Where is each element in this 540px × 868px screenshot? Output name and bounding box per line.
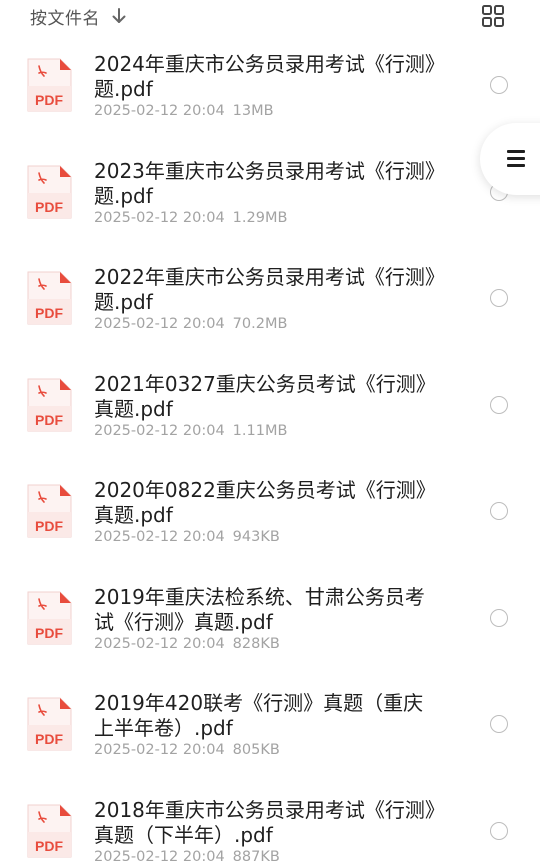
file-meta: 2025-02-12 20:04 1.29MB bbox=[94, 210, 287, 226]
select-radio[interactable] bbox=[490, 821, 508, 840]
file-date: 2025-02-12 20:04 bbox=[94, 209, 225, 226]
file-name[interactable]: 2020年0822重庆公务员考试《行测》真题.pdf bbox=[94, 478, 439, 528]
file-row[interactable]: PDF 2019年重庆法检系统、甘肃公务员考试《行测》真题.pdf 2025-0… bbox=[0, 565, 540, 672]
file-row[interactable]: PDF 2021年0327重庆公务员考试《行测》真题.pdf 2025-02-1… bbox=[0, 352, 540, 459]
select-radio[interactable] bbox=[490, 715, 508, 733]
file-row[interactable]: PDF 2022年重庆市公务员录用考试《行测》题.pdf 2025-02-12 … bbox=[0, 245, 540, 352]
file-size: 943KB bbox=[232, 529, 280, 545]
file-meta: 2025-02-12 20:04 1.11MB bbox=[94, 423, 287, 439]
file-date: 2025-02-12 20:04 bbox=[94, 103, 225, 119]
pdf-file-icon: PDF bbox=[27, 484, 72, 538]
select-radio[interactable] bbox=[490, 608, 508, 627]
pdf-file-icon: PDF bbox=[27, 697, 72, 751]
file-date: 2025-02-12 20:04 bbox=[94, 742, 225, 758]
file-date: 2025-02-12 20:04 bbox=[94, 422, 225, 439]
file-meta: 2025-02-12 20:04 70.2MB bbox=[94, 316, 287, 332]
pdf-label: PDF bbox=[35, 731, 63, 747]
file-size: 70.2MB bbox=[232, 316, 288, 332]
pdf-file-icon: PDF bbox=[27, 58, 72, 112]
file-meta: 2025-02-12 20:04 805KB bbox=[94, 742, 280, 758]
file-name[interactable]: 2019年420联考《行测》真题（重庆上半年卷）.pdf bbox=[94, 691, 439, 741]
pdf-file-icon: PDF bbox=[27, 271, 72, 325]
file-row[interactable]: PDF 2019年420联考《行测》真题（重庆上半年卷）.pdf 2025-02… bbox=[0, 671, 540, 778]
file-name[interactable]: 2023年重庆市公务员录用考试《行测》题.pdf bbox=[94, 159, 439, 209]
pdf-label: PDF bbox=[35, 199, 63, 215]
file-meta: 2025-02-12 20:04 13MB bbox=[94, 103, 274, 119]
file-meta: 2025-02-12 20:04 887KB bbox=[94, 849, 280, 865]
file-size: 805KB bbox=[232, 742, 280, 758]
file-name[interactable]: 2018年重庆市公务员录用考试《行测》真题（下半年）.pdf bbox=[94, 798, 439, 848]
pdf-file-icon: PDF bbox=[27, 804, 72, 857]
file-size: 1.29MB bbox=[232, 209, 288, 226]
pdf-label: PDF bbox=[35, 838, 63, 854]
file-date: 2025-02-12 20:04 bbox=[94, 316, 225, 332]
file-name[interactable]: 2022年重庆市公务员录用考试《行测》题.pdf bbox=[94, 265, 439, 315]
grid-view-icon[interactable] bbox=[481, 4, 505, 28]
file-date: 2025-02-12 20:04 bbox=[94, 529, 225, 545]
pdf-label: PDF bbox=[35, 412, 63, 428]
pdf-label: PDF bbox=[35, 92, 63, 108]
file-date: 2025-02-12 20:04 bbox=[94, 635, 225, 652]
menu-icon bbox=[507, 150, 525, 167]
pdf-file-icon: PDF bbox=[27, 591, 72, 644]
file-name[interactable]: 2024年重庆市公务员录用考试《行测》题.pdf bbox=[94, 52, 439, 102]
file-row[interactable]: PDF 2018年重庆市公务员录用考试《行测》真题（下半年）.pdf 2025-… bbox=[0, 778, 540, 868]
file-size: 887KB bbox=[232, 848, 280, 865]
file-meta: 2025-02-12 20:04 828KB bbox=[94, 636, 280, 652]
pdf-file-icon: PDF bbox=[27, 378, 72, 431]
file-size: 1.11MB bbox=[232, 422, 288, 439]
file-size: 828KB bbox=[232, 635, 280, 652]
select-radio[interactable] bbox=[490, 502, 508, 520]
select-radio[interactable] bbox=[490, 289, 508, 307]
pdf-label: PDF bbox=[35, 625, 63, 641]
file-date: 2025-02-12 20:04 bbox=[94, 848, 225, 865]
file-name[interactable]: 2021年0327重庆公务员考试《行测》真题.pdf bbox=[94, 372, 439, 422]
file-list: PDF 2024年重庆市公务员录用考试《行测》题.pdf 2025-02-12 … bbox=[0, 32, 540, 868]
file-meta: 2025-02-12 20:04 943KB bbox=[94, 529, 280, 545]
arrow-down-icon[interactable] bbox=[110, 6, 128, 26]
file-name[interactable]: 2019年重庆法检系统、甘肃公务员考试《行测》真题.pdf bbox=[94, 585, 439, 635]
pdf-file-icon: PDF bbox=[27, 165, 72, 218]
sort-label[interactable]: 按文件名 bbox=[30, 4, 100, 29]
file-row[interactable]: PDF 2023年重庆市公务员录用考试《行测》题.pdf 2025-02-12 … bbox=[0, 139, 540, 246]
file-size: 13MB bbox=[232, 103, 274, 119]
toolbar: 按文件名 bbox=[0, 0, 540, 32]
file-row[interactable]: PDF 2020年0822重庆公务员考试《行测》真题.pdf 2025-02-1… bbox=[0, 458, 540, 565]
pdf-label: PDF bbox=[35, 305, 63, 321]
select-radio[interactable] bbox=[490, 76, 508, 94]
select-radio[interactable] bbox=[490, 395, 508, 414]
file-row[interactable]: PDF 2024年重庆市公务员录用考试《行测》题.pdf 2025-02-12 … bbox=[0, 32, 540, 139]
pdf-label: PDF bbox=[35, 518, 63, 534]
